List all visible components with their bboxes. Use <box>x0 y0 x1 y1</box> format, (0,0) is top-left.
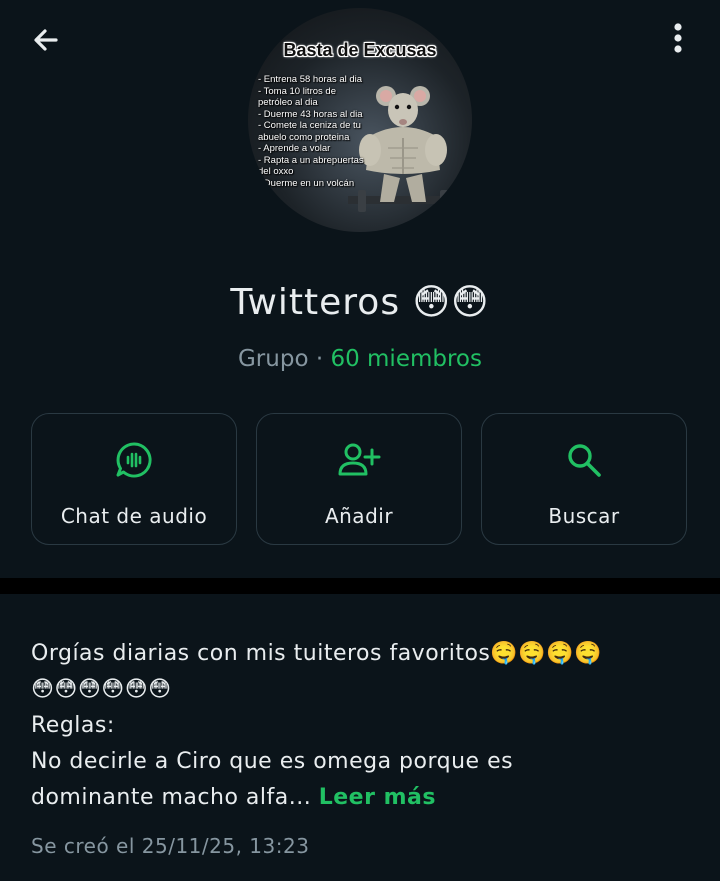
audio-chat-icon <box>116 442 152 478</box>
group-meta: Grupo · 60 miembros <box>0 346 720 372</box>
search-button[interactable]: Buscar <box>481 413 687 545</box>
group-description-section: Orgías diarias con mis tuiteros favorito… <box>0 594 720 881</box>
group-header-section: Basta de Excusas - Entrena 58 horas al d… <box>0 0 720 578</box>
avatar-list: - Entrena 58 horas al dia - Toma 10 litr… <box>258 74 364 189</box>
more-options-button[interactable] <box>656 16 700 60</box>
back-button[interactable] <box>22 18 70 62</box>
audio-chat-button[interactable]: Chat de audio <box>31 413 237 545</box>
group-description[interactable]: Orgías diarias con mis tuiteros favorito… <box>31 636 691 816</box>
group-avatar[interactable]: Basta de Excusas - Entrena 58 horas al d… <box>248 8 472 232</box>
search-icon <box>568 444 601 477</box>
group-name: Twitteros 😳😳 <box>230 282 490 323</box>
add-member-label: Añadir <box>324 504 394 528</box>
created-date: Se creó el 25/11/25, 13:23 <box>31 834 310 858</box>
group-kind: Grupo <box>237 346 309 372</box>
avatar-banner-text: Basta de Excusas <box>283 40 437 60</box>
read-more-link[interactable]: Leer más <box>319 785 436 810</box>
audio-chat-label: Chat de audio <box>60 504 208 528</box>
search-label: Buscar <box>548 504 620 528</box>
more-vertical-icon <box>674 23 682 53</box>
arrow-left-icon <box>34 29 58 51</box>
add-person-icon <box>338 443 381 476</box>
meta-separator: · <box>315 346 324 372</box>
members-count-link[interactable]: 60 miembros <box>330 346 482 372</box>
add-member-button[interactable]: Añadir <box>256 413 462 545</box>
section-divider <box>0 578 720 594</box>
